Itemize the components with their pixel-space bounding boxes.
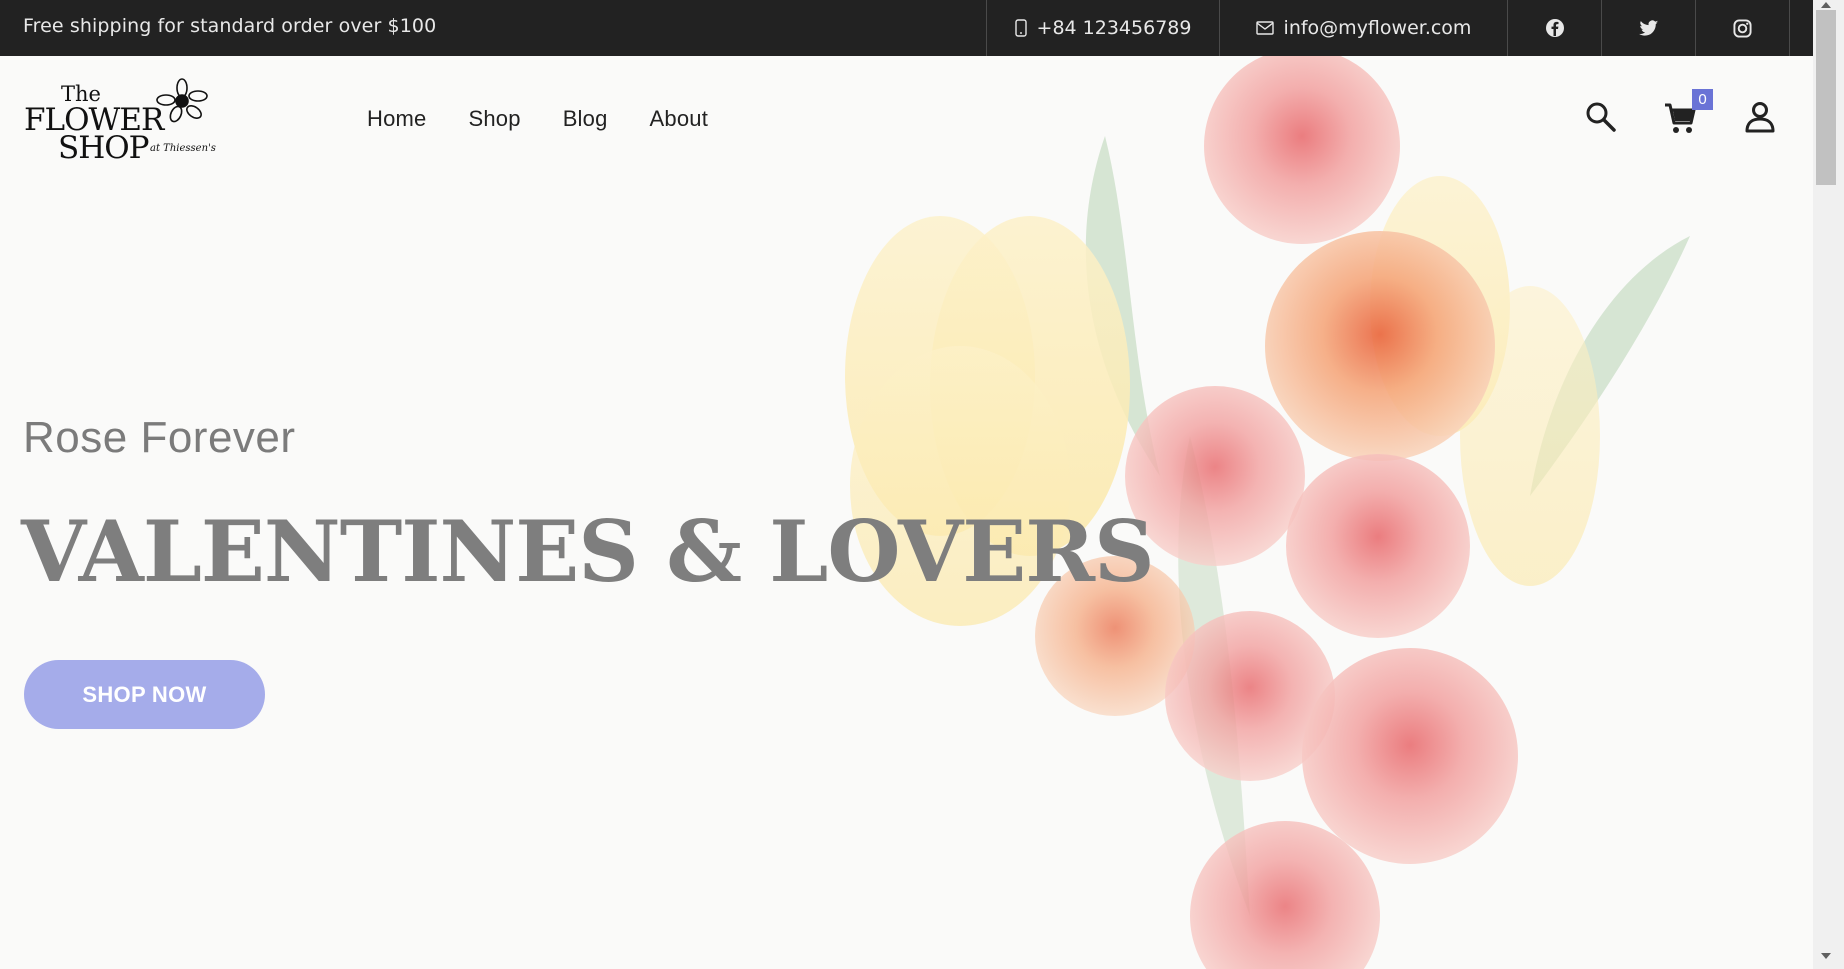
hero-subtitle: Rose Forever <box>23 413 296 462</box>
twitter-icon <box>1638 19 1659 37</box>
email-contact[interactable]: info@myflower.com <box>1219 0 1507 56</box>
email-address: info@myflower.com <box>1283 17 1472 39</box>
instagram-icon <box>1733 18 1752 38</box>
search-icon[interactable] <box>1585 101 1617 137</box>
scrollbar-thumb[interactable] <box>1816 10 1836 185</box>
top-bar: Free shipping for standard order over $1… <box>0 0 1813 56</box>
facebook-icon <box>1545 18 1565 38</box>
user-icon[interactable] <box>1745 101 1775 137</box>
twitter-link[interactable] <box>1601 0 1695 56</box>
shop-now-button[interactable]: SHOP NOW <box>24 660 265 729</box>
hero-headline: VALENTINES & LOVERS <box>21 502 1155 601</box>
nav-home[interactable]: Home <box>367 106 427 132</box>
phone-number: +84 123456789 <box>1036 17 1192 39</box>
nav-about[interactable]: About <box>650 106 709 132</box>
main-nav: Home Shop Blog About <box>367 106 708 132</box>
scroll-down-arrow[interactable] <box>1821 953 1831 959</box>
facebook-link[interactable] <box>1507 0 1601 56</box>
nav-shop[interactable]: Shop <box>469 106 521 132</box>
scroll-up-arrow[interactable] <box>1821 2 1831 8</box>
page-scrollbar[interactable] <box>1813 0 1844 969</box>
mail-icon <box>1255 21 1274 35</box>
logo-tagline: at Thiessen's <box>150 143 216 154</box>
instagram-link[interactable] <box>1695 0 1790 56</box>
site-logo[interactable]: The FLOWER SHOP at Thiessen's <box>24 78 224 166</box>
logo-shop: SHOP <box>58 130 150 166</box>
shipping-notice: Free shipping for standard order over $1… <box>23 15 437 37</box>
cart-count-badge: 0 <box>1692 89 1713 110</box>
daisy-icon <box>156 78 208 123</box>
nav-blog[interactable]: Blog <box>563 106 608 132</box>
phone-icon <box>1014 19 1027 37</box>
phone-contact[interactable]: +84 123456789 <box>986 0 1219 56</box>
